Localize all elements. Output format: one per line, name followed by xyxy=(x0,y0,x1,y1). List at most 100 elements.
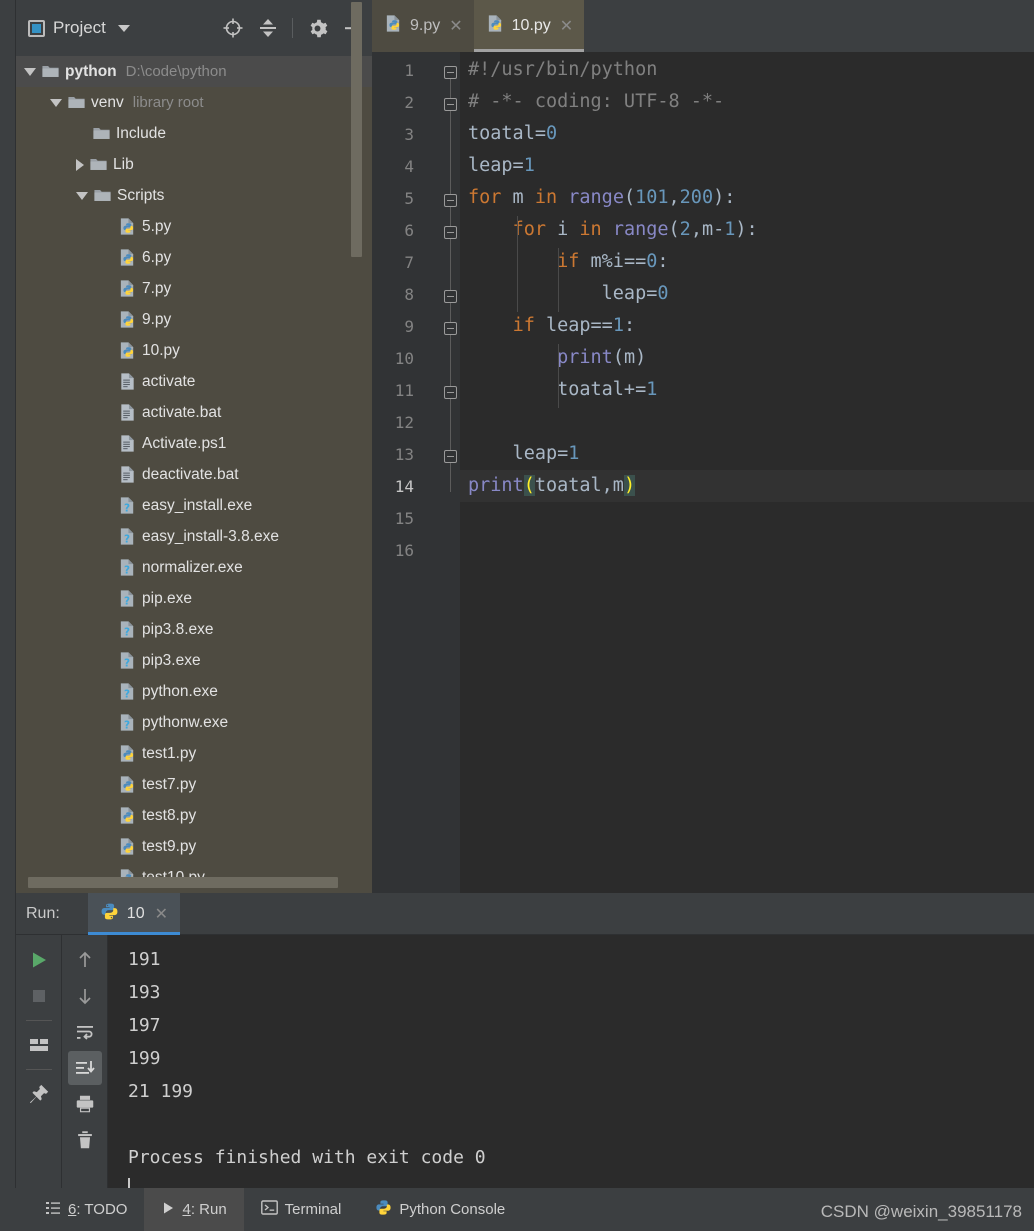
fold-toggle[interactable] xyxy=(444,98,457,111)
status-item-terminal[interactable]: Terminal xyxy=(244,1188,359,1231)
close-icon[interactable]: ✕ xyxy=(449,16,462,36)
tree-item-5-py[interactable]: 5.py xyxy=(16,211,372,242)
tree-item-activate-bat[interactable]: activate.bat xyxy=(16,397,372,428)
code-line-1[interactable]: #!/usr/bin/python xyxy=(460,54,1034,86)
close-icon[interactable]: ✕ xyxy=(155,904,168,924)
tree-item-9-py[interactable]: 9.py xyxy=(16,304,372,335)
code-line-15[interactable] xyxy=(460,502,1034,534)
tree-item-scripts[interactable]: Scripts xyxy=(16,180,372,211)
editor-tab-10-py[interactable]: 10.py ✕ xyxy=(473,0,585,52)
chevron-down-icon[interactable] xyxy=(117,24,130,32)
run-label: Run: xyxy=(26,904,60,922)
trash-icon[interactable] xyxy=(68,1123,102,1157)
svg-text:?: ? xyxy=(124,565,130,577)
up-arrow-icon[interactable] xyxy=(68,943,102,977)
soft-wrap-icon[interactable] xyxy=(68,1015,102,1049)
code-line-8[interactable]: leap=0 xyxy=(460,278,1034,310)
project-tree[interactable]: python D:\code\python venv library root Incl… xyxy=(16,56,372,893)
status-item-python-console[interactable]: Python Console xyxy=(358,1188,522,1231)
run-tab-10[interactable]: 10 ✕ xyxy=(87,892,181,935)
tree-item-easy-install-exe[interactable]: ? easy_install.exe xyxy=(16,490,372,521)
fold-toggle[interactable] xyxy=(444,66,457,79)
tree-item-6-py[interactable]: 6.py xyxy=(16,242,372,273)
tree-item-python[interactable]: python D:\code\python xyxy=(16,56,372,87)
code-token: if xyxy=(557,251,580,272)
tree-item-pythonw-exe[interactable]: ? pythonw.exe xyxy=(16,707,372,738)
locate-icon[interactable] xyxy=(222,17,244,39)
line-number: 11 xyxy=(394,381,414,400)
tree-item-normalizer-exe[interactable]: ? normalizer.exe xyxy=(16,552,372,583)
code-line-5[interactable]: for m in range(101,200): xyxy=(460,182,1034,214)
project-vertical-scrollbar[interactable] xyxy=(351,2,362,257)
code-line-6[interactable]: for i in range(2,m-1): xyxy=(460,214,1034,246)
run-tab-bar: Run: 10 ✕ xyxy=(16,892,1034,935)
fold-toggle[interactable] xyxy=(444,386,457,399)
fold-toggle[interactable] xyxy=(444,226,457,239)
chevron-right-icon[interactable] xyxy=(76,158,84,171)
python-icon xyxy=(100,902,119,926)
code-line-4[interactable]: leap=1 xyxy=(460,150,1034,182)
stop-icon[interactable] xyxy=(22,979,56,1013)
tree-item-test7-py[interactable]: test7.py xyxy=(16,769,372,800)
gear-icon[interactable] xyxy=(307,18,328,39)
tree-item-7-py[interactable]: 7.py xyxy=(16,273,372,304)
tree-item-venv[interactable]: venv library root xyxy=(16,87,372,118)
project-title-group[interactable]: Project xyxy=(28,18,130,38)
fold-toggle[interactable] xyxy=(444,322,457,335)
tree-item-label: normalizer.exe xyxy=(142,558,243,576)
tree-item-easy-install-3-8-exe[interactable]: ? easy_install-3.8.exe xyxy=(16,521,372,552)
run-triangle-icon xyxy=(161,1201,175,1219)
code-line-11[interactable]: toatal+=1 xyxy=(460,374,1034,406)
code-line-12[interactable] xyxy=(460,406,1034,438)
run-toolbar-right xyxy=(62,935,108,1188)
tree-item-label: 9.py xyxy=(142,310,172,328)
pin-icon[interactable] xyxy=(22,1077,56,1111)
tree-item-test9-py[interactable]: test9.py xyxy=(16,831,372,862)
layout-icon[interactable] xyxy=(22,1028,56,1062)
code-line-7[interactable]: if m%i==0: xyxy=(460,246,1034,278)
tree-item-include[interactable]: Include xyxy=(16,118,372,149)
code-line-2[interactable]: # -*- coding: UTF-8 -*- xyxy=(460,86,1034,118)
tree-item-deactivate-bat[interactable]: deactivate.bat xyxy=(16,459,372,490)
text-file-icon xyxy=(118,403,137,422)
python-file-icon xyxy=(118,837,137,856)
code-line-14[interactable]: print(toatal,m) xyxy=(460,470,1034,502)
code-line-9[interactable]: if leap==1: xyxy=(460,310,1034,342)
run-icon[interactable] xyxy=(22,943,56,977)
editor-gutter[interactable]: 1 2 3 4 5 6 7 8 9 10 11 12 13 14 15 16 xyxy=(372,52,460,893)
chevron-down-icon[interactable] xyxy=(50,98,62,107)
tree-item-python-exe[interactable]: ? python.exe xyxy=(16,676,372,707)
code-editor[interactable]: 1 2 3 4 5 6 7 8 9 10 11 12 13 14 15 16 #!/usr/bin/pytho… xyxy=(372,52,1034,893)
code-content[interactable]: #!/usr/bin/python # -*- coding: UTF-8 -*-… xyxy=(460,52,1034,893)
run-console-output[interactable]: 191 193 197 199 21 199 Process finished with… xyxy=(108,935,1034,1200)
tree-item-test8-py[interactable]: test8.py xyxy=(16,800,372,831)
tree-item-test1-py[interactable]: test1.py xyxy=(16,738,372,769)
fold-toggle[interactable] xyxy=(444,450,457,463)
tree-item-activate[interactable]: activate xyxy=(16,366,372,397)
editor-tab-9-py[interactable]: 9.py ✕ xyxy=(372,0,474,52)
chevron-down-icon[interactable] xyxy=(24,67,36,76)
close-icon[interactable]: ✕ xyxy=(560,16,573,36)
code-line-13[interactable]: leap=1 xyxy=(460,438,1034,470)
down-arrow-icon[interactable] xyxy=(68,979,102,1013)
scroll-to-end-icon[interactable] xyxy=(67,1051,102,1085)
project-icon xyxy=(28,19,45,37)
tree-item-pip-exe[interactable]: ? pip.exe xyxy=(16,583,372,614)
tree-item-activate-ps1[interactable]: Activate.ps1 xyxy=(16,428,372,459)
code-line-10[interactable]: print(m) xyxy=(460,342,1034,374)
tree-item-lib[interactable]: Lib xyxy=(16,149,372,180)
code-line-16[interactable] xyxy=(460,534,1034,566)
project-horizontal-scrollbar[interactable] xyxy=(28,877,338,888)
collapse-all-icon[interactable] xyxy=(258,17,278,39)
tree-item-pip3-8-exe[interactable]: ? pip3.8.exe xyxy=(16,614,372,645)
fold-toggle[interactable] xyxy=(444,194,457,207)
tree-item-pip3-exe[interactable]: ? pip3.exe xyxy=(16,645,372,676)
code-line-3[interactable]: toatal=0 xyxy=(460,118,1034,150)
status-item-6-todo[interactable]: 6: TODO xyxy=(28,1188,144,1231)
fold-toggle[interactable] xyxy=(444,290,457,303)
chevron-down-icon[interactable] xyxy=(76,191,88,200)
print-icon[interactable] xyxy=(68,1087,102,1121)
status-item-4-run[interactable]: 4: Run xyxy=(144,1188,244,1231)
tree-item-10-py[interactable]: 10.py xyxy=(16,335,372,366)
